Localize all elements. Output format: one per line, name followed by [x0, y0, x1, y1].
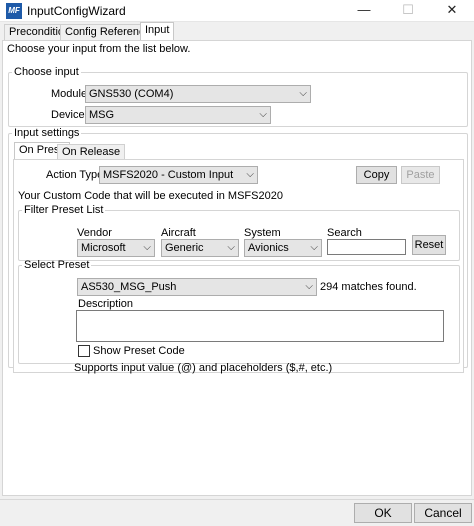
app-icon: MF — [6, 3, 22, 19]
close-button[interactable]: ✕ — [430, 0, 474, 22]
show-preset-code-label: Show Preset Code — [93, 345, 185, 357]
supports-text: Supports input value (@) and placeholder… — [74, 362, 333, 374]
aircraft-select[interactable]: Generic ⌵ — [161, 239, 239, 257]
system-select[interactable]: Avionics ⌵ — [244, 239, 322, 257]
aircraft-label: Aircraft — [161, 227, 196, 239]
device-value: MSG — [89, 109, 115, 121]
footer-divider — [0, 499, 474, 500]
window-title: InputConfigWizard — [27, 4, 126, 18]
module-label: Module — [51, 88, 88, 100]
choose-input-legend: Choose input — [14, 66, 79, 78]
chevron-down-icon: ⌵ — [259, 109, 267, 120]
show-preset-code-checkbox[interactable] — [78, 345, 90, 357]
device-label: Device — [51, 109, 85, 121]
vendor-select[interactable]: Microsoft ⌵ — [77, 239, 155, 257]
input-settings-legend: Input settings — [14, 127, 80, 139]
chevron-down-icon: ⌵ — [246, 169, 254, 180]
paste-button[interactable]: Paste — [401, 166, 440, 184]
chevron-down-icon: ⌵ — [299, 88, 307, 99]
system-label: System — [244, 227, 281, 239]
chevron-down-icon: ⌵ — [310, 242, 318, 253]
minimize-button[interactable]: — — [342, 0, 386, 22]
ok-button[interactable]: OK — [354, 503, 412, 523]
chevron-down-icon: ⌵ — [227, 242, 235, 253]
select-preset-legend: Select Preset — [24, 259, 90, 271]
aircraft-value: Generic — [165, 242, 204, 254]
device-select[interactable]: MSG ⌵ — [85, 106, 271, 124]
matches-count: 294 matches found. — [320, 281, 417, 293]
tab-input[interactable]: Input — [140, 22, 175, 41]
action-type-label: Action Type — [46, 169, 104, 181]
vendor-value: Microsoft — [81, 242, 126, 254]
action-type-select[interactable]: MSFS2020 - Custom Input ⌵ — [99, 166, 258, 184]
title-bar: MF InputConfigWizard — ☐ ✕ — [0, 0, 474, 22]
filter-preset-legend: Filter Preset List — [24, 204, 104, 216]
preset-value: AS530_MSG_Push — [81, 281, 177, 293]
instruction-text: Choose your input from the list below. — [7, 43, 191, 55]
chevron-down-icon: ⌵ — [305, 281, 313, 292]
search-input[interactable] — [327, 239, 406, 255]
module-select[interactable]: GNS530 (COM4) ⌵ — [85, 85, 311, 103]
preset-select[interactable]: AS530_MSG_Push ⌵ — [77, 278, 317, 296]
description-label: Description — [78, 298, 134, 310]
maximize-button[interactable]: ☐ — [386, 0, 430, 22]
description-field[interactable] — [76, 310, 444, 342]
vendor-label: Vendor — [77, 227, 112, 239]
copy-button[interactable]: Copy — [356, 166, 397, 184]
module-value: GNS530 (COM4) — [89, 88, 174, 100]
custom-code-text: Your Custom Code that will be executed i… — [18, 190, 283, 202]
action-type-value: MSFS2020 - Custom Input — [103, 169, 234, 181]
search-label: Search — [327, 227, 362, 239]
system-value: Avionics — [248, 242, 289, 254]
chevron-down-icon: ⌵ — [143, 242, 151, 253]
reset-button[interactable]: Reset — [412, 235, 446, 255]
cancel-button[interactable]: Cancel — [414, 503, 472, 523]
